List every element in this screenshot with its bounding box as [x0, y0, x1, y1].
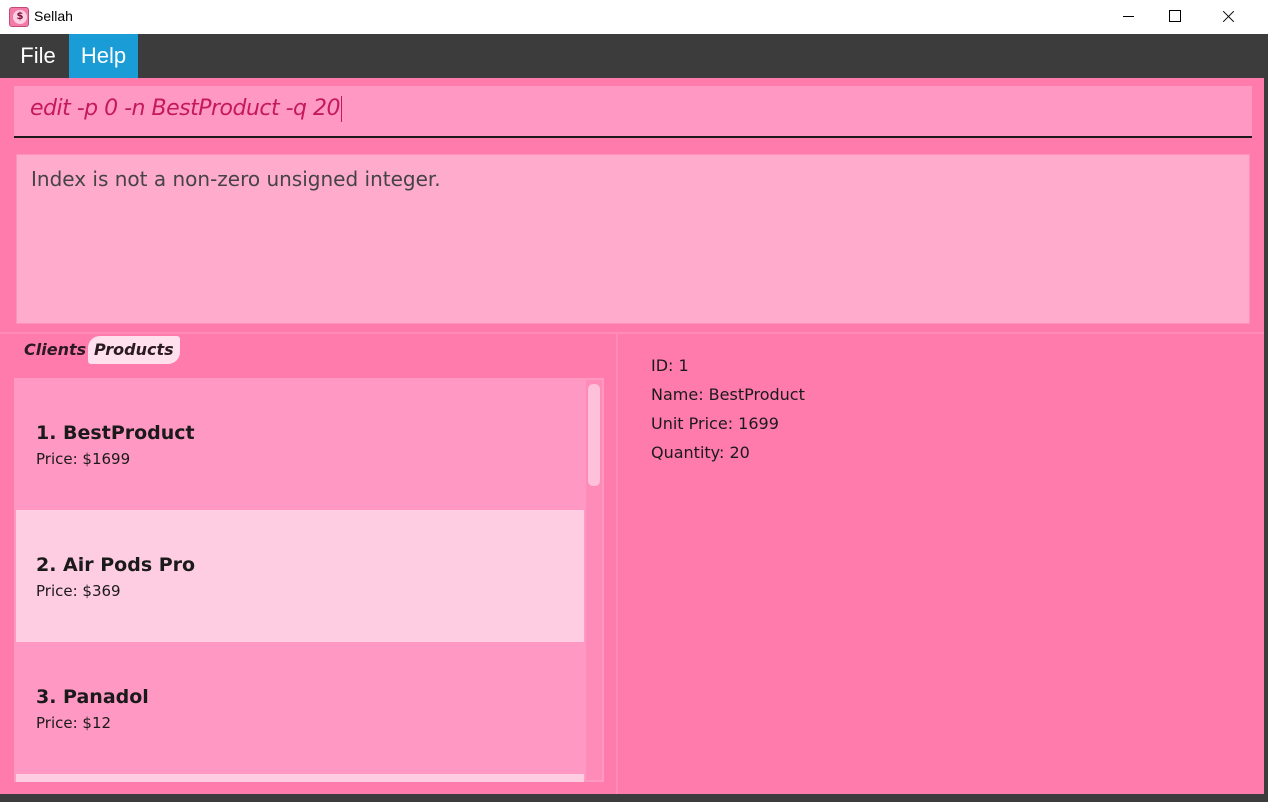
- result-message: Index is not a non-zero unsigned integer…: [31, 167, 441, 191]
- scroll-thumb[interactable]: [588, 384, 600, 486]
- dollar-icon: $: [9, 7, 29, 27]
- result-display: Index is not a non-zero unsigned integer…: [16, 154, 1250, 324]
- title-bar: $ Sellah: [0, 0, 1268, 34]
- command-box[interactable]: edit -p 0 -n BestProduct -q 20: [14, 86, 1252, 138]
- command-text: edit -p 0 -n BestProduct -q 20: [30, 96, 341, 121]
- menu-file[interactable]: File: [10, 34, 66, 78]
- maximize-button[interactable]: [1152, 0, 1198, 34]
- list-panel: Clients Products 1. BestProduct Price: $…: [0, 334, 618, 794]
- scrollbar[interactable]: [586, 380, 602, 780]
- window-border-bottom: [0, 794, 1268, 802]
- menu-bar: File Help: [0, 34, 1264, 78]
- main-window: edit -p 0 -n BestProduct -q 20 Index is …: [0, 78, 1264, 794]
- list-item[interactable]: 3. Panadol Price: $12: [16, 642, 584, 774]
- detail-unit-price: Unit Price: 1699: [651, 414, 779, 433]
- product-name: 3. Panadol: [36, 686, 149, 708]
- product-price: Price: $369: [36, 582, 121, 600]
- list-item[interactable]: 1. BestProduct Price: $1699: [16, 378, 584, 510]
- list-item-partial[interactable]: [16, 774, 584, 782]
- window-title: Sellah: [34, 8, 73, 24]
- window-border: [1264, 34, 1268, 802]
- tab-bar: Clients Products: [0, 334, 618, 368]
- product-name: 1. BestProduct: [36, 422, 195, 444]
- close-button[interactable]: [1206, 0, 1252, 34]
- menu-help[interactable]: Help: [69, 34, 138, 78]
- detail-quantity: Quantity: 20: [651, 443, 750, 462]
- minimize-button[interactable]: [1106, 0, 1152, 34]
- product-price: Price: $12: [36, 714, 112, 732]
- command-input[interactable]: edit -p 0 -n BestProduct -q 20: [30, 96, 342, 122]
- tab-clients[interactable]: Clients: [18, 336, 92, 364]
- text-cursor: [341, 96, 342, 122]
- detail-id: ID: 1: [651, 356, 689, 375]
- list-item[interactable]: 2. Air Pods Pro Price: $369: [16, 510, 584, 642]
- detail-name: Name: BestProduct: [651, 385, 805, 404]
- product-name: 2. Air Pods Pro: [36, 554, 196, 576]
- tab-products[interactable]: Products: [88, 336, 180, 364]
- product-list[interactable]: 1. BestProduct Price: $1699 2. Air Pods …: [14, 378, 604, 782]
- product-price: Price: $1699: [36, 450, 131, 468]
